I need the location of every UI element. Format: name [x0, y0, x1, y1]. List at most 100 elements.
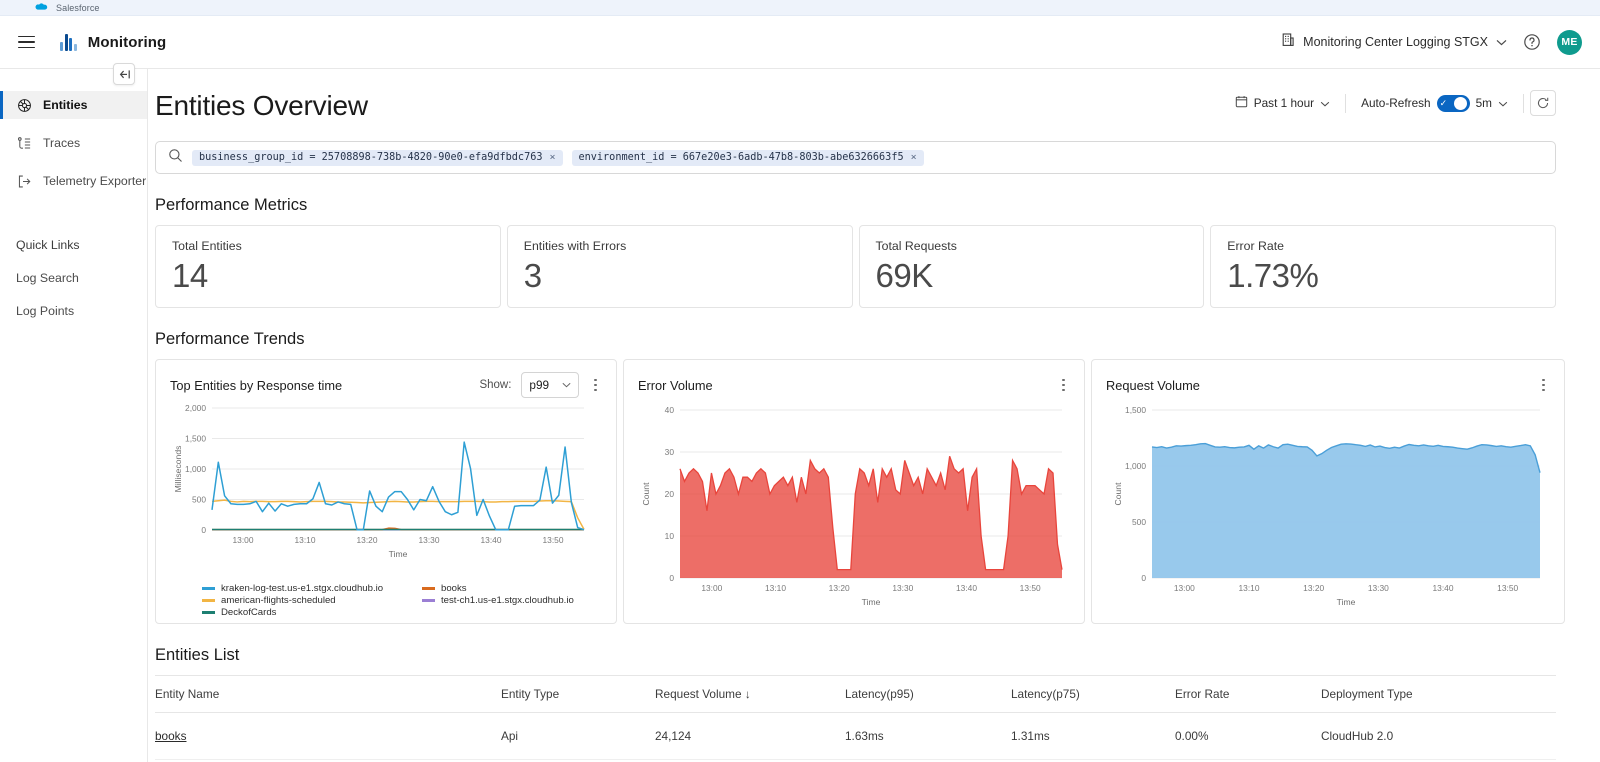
legend-swatch [202, 611, 215, 614]
metric-label: Entities with Errors [523, 239, 627, 253]
help-icon[interactable] [1523, 33, 1541, 51]
svg-text:1,000: 1,000 [1125, 461, 1146, 471]
cell-latency-p75: 1.31ms [1011, 712, 1175, 760]
quick-link-log-search[interactable]: Log Search [0, 271, 147, 285]
hamburger-menu-icon[interactable] [8, 24, 44, 60]
svg-text:Time: Time [1337, 597, 1356, 607]
svg-text:13:20: 13:20 [1303, 583, 1324, 593]
svg-text:13:40: 13:40 [481, 535, 502, 545]
chart-menu-icon[interactable] [1537, 376, 1550, 395]
sidebar-item-traces[interactable]: Traces [0, 129, 147, 157]
sidebar-item-label: Traces [43, 136, 81, 150]
metric-value: 69K [875, 257, 934, 294]
remove-filter-icon[interactable]: × [911, 152, 917, 163]
toggle-knob [1453, 96, 1467, 110]
line-chart-svg: 0 500 1,000 1,500 2,000 13:00 13:10 13:20 13:30 1… [173, 403, 585, 559]
metric-value: 14 [172, 257, 208, 294]
svg-text:13:20: 13:20 [829, 583, 850, 593]
chart-card-top-entities-response-time: Top Entities by Response time Show: p99 … [155, 359, 617, 624]
refresh-interval-label: 5m [1475, 96, 1492, 110]
toolbar-divider [1345, 93, 1347, 113]
legend-item[interactable]: american-flights-scheduled [202, 595, 412, 606]
search-filter-bar[interactable]: business_group_id = 25708898-738b-4820-9… [155, 141, 1556, 174]
table-header-row: Entity Name Entity Type Request Volume ↓… [155, 675, 1556, 713]
svg-text:13:00: 13:00 [701, 583, 722, 593]
sidebar: Entities Traces Telemetry Exporter Quick… [0, 69, 148, 762]
legend-label: DeckofCards [221, 607, 277, 618]
check-icon: ✓ [1439, 97, 1448, 108]
filter-chip-text: environment_id = 667e20e3-6adb-47b8-803b… [578, 152, 904, 163]
filter-chip-text: business_group_id = 25708898-738b-4820-9… [199, 152, 543, 163]
performance-metrics-title: Performance Metrics [155, 196, 308, 214]
time-range-selector[interactable]: Past 1 hour [1226, 95, 1339, 111]
sidebar-item-label: Entities [43, 98, 88, 112]
performance-trends-title: Performance Trends [155, 330, 305, 348]
chevron-down-icon[interactable] [1498, 96, 1508, 110]
show-label: Show: [479, 379, 512, 391]
traces-icon [16, 135, 32, 151]
column-header-request-volume[interactable]: Request Volume ↓ [655, 675, 845, 713]
svg-text:13:00: 13:00 [1174, 583, 1195, 593]
error-volume-plot: 0 10 20 30 40 13:00 13:10 13:20 13:30 13:40 13:50 T… [638, 398, 1070, 621]
sidebar-item-entities[interactable]: Entities [0, 91, 147, 119]
column-header-latency-p75[interactable]: Latency(p75) [1011, 675, 1175, 713]
legend-item[interactable]: books [422, 583, 602, 594]
remove-filter-icon[interactable]: × [549, 152, 555, 163]
column-header-deployment-type[interactable]: Deployment Type [1321, 675, 1556, 713]
column-header-latency-p95[interactable]: Latency(p95) [845, 675, 1011, 713]
legend-label: books [441, 583, 467, 594]
org-selector[interactable]: Monitoring Center Logging STGX [1281, 32, 1507, 52]
legend-item[interactable]: test-ch1.us-e1.stgx.cloudhub.io [422, 595, 602, 606]
column-header-error-rate[interactable]: Error Rate [1175, 675, 1321, 713]
quick-link-log-points[interactable]: Log Points [0, 304, 147, 318]
svg-text:13:40: 13:40 [1433, 583, 1454, 593]
auto-refresh-toggle[interactable]: ✓ [1436, 94, 1470, 112]
request-volume-plot: 0 500 1,000 1,500 13:00 13:10 13:20 13:30 13:40 1… [1106, 398, 1550, 621]
svg-text:2,000: 2,000 [185, 403, 206, 413]
svg-text:13:10: 13:10 [295, 535, 316, 545]
chart-menu-icon[interactable] [589, 376, 602, 395]
svg-text:0: 0 [669, 573, 674, 583]
legend-item[interactable]: DeckofCards [202, 607, 412, 618]
column-header-entity-type[interactable]: Entity Type [501, 675, 655, 713]
table-row: books Api 24,124 1.63ms 1.31ms 0.00% Clo… [155, 712, 1556, 760]
legend-swatch [202, 587, 215, 590]
page-title: Entities Overview [155, 90, 368, 121]
toolbar-divider [1523, 93, 1524, 113]
percentile-select[interactable]: p99 [521, 372, 580, 398]
svg-text:13:30: 13:30 [419, 535, 440, 545]
metric-card-total-requests: Total Requests 69K [858, 225, 1205, 308]
metric-card-entities-with-errors: Entities with Errors 3 [506, 225, 853, 308]
refresh-button[interactable] [1530, 90, 1556, 116]
chart-card-error-volume: Error Volume 0 10 20 30 40 13:00 13:10 13:20 13:… [623, 359, 1085, 624]
legend-swatch [422, 599, 435, 602]
performance-metrics-cards: Total Entities 14 Entities with Errors 3… [155, 225, 1556, 308]
chart-title: Top Entities by Response time [170, 377, 343, 393]
filter-chip-business-group-id[interactable]: business_group_id = 25708898-738b-4820-9… [192, 149, 563, 166]
percentile-value: p99 [529, 378, 550, 392]
svg-text:40: 40 [665, 405, 675, 415]
cell-entity-type: Api [501, 712, 655, 760]
legend-item[interactable]: kraken-log-test.us-e1.stgx.cloudhub.io [202, 583, 412, 594]
telemetry-exporter-icon [16, 173, 32, 189]
metric-label: Error Rate [1227, 239, 1284, 253]
entities-list-title: Entities List [155, 646, 240, 664]
performance-trends-charts: Top Entities by Response time Show: p99 … [155, 359, 1565, 624]
sidebar-item-telemetry-exporter[interactable]: Telemetry Exporter [0, 167, 147, 195]
line-chart-plot: 0 500 1,000 1,500 2,000 13:00 13:10 13:20 13:30 1… [170, 398, 602, 575]
legend-swatch [202, 599, 215, 602]
collapse-sidebar-button[interactable] [113, 63, 135, 85]
svg-text:13:40: 13:40 [956, 583, 977, 593]
svg-text:10: 10 [665, 531, 675, 541]
column-header-entity-name[interactable]: Entity Name [155, 675, 501, 713]
filter-chip-environment-id[interactable]: environment_id = 667e20e3-6adb-47b8-803b… [571, 149, 924, 166]
entity-link[interactable]: books [155, 729, 186, 743]
calendar-icon [1235, 95, 1248, 111]
page-toolbar: Past 1 hour Auto-Refresh ✓ 5m [1226, 90, 1556, 122]
chart-menu-icon[interactable] [1057, 376, 1070, 395]
auto-refresh-control: Auto-Refresh ✓ 5m [1352, 94, 1517, 112]
svg-text:500: 500 [1132, 517, 1146, 527]
user-avatar[interactable]: ME [1557, 29, 1582, 55]
svg-text:20: 20 [665, 489, 675, 499]
error-volume-svg: 0 10 20 30 40 13:00 13:10 13:20 13:30 13:40 13:50 T… [641, 405, 1063, 607]
